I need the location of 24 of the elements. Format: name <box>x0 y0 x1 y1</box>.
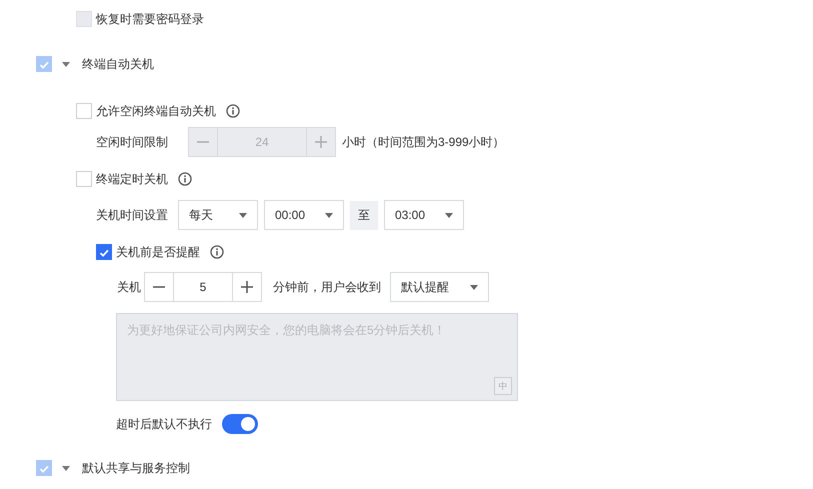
info-icon[interactable] <box>226 104 240 118</box>
option-label: 终端定时关机 <box>96 170 168 188</box>
field-label: 分钟前，用户会收到 <box>273 278 381 296</box>
caret-icon <box>470 284 478 290</box>
section-title: 终端自动关机 <box>82 56 154 72</box>
info-icon[interactable] <box>210 245 224 259</box>
section-title: 默认共享与服务控制 <box>82 460 190 476</box>
range-separator: 至 <box>350 200 378 230</box>
field-label: 关机时间设置 <box>96 206 169 224</box>
option-label: 关机前是否提醒 <box>116 244 200 260</box>
info-icon[interactable] <box>178 172 192 186</box>
toggle-label: 超时后默认不执行 <box>116 416 213 432</box>
option-label: 恢复时需要密码登录 <box>96 10 204 28</box>
plus-icon <box>315 136 327 148</box>
caret-icon <box>239 212 247 218</box>
option-label: 允许空闲终端自动关机 <box>96 102 216 120</box>
field-label: 关机 <box>117 278 142 296</box>
plus-button[interactable] <box>232 272 262 302</box>
caret-icon <box>325 212 333 218</box>
unit-label: 小时（时间范围为3-999小时） <box>342 134 505 150</box>
caret-icon <box>445 212 453 218</box>
minus-button[interactable] <box>144 272 174 302</box>
field-label: 空闲时间限制 <box>96 134 169 150</box>
plus-icon <box>241 281 253 293</box>
